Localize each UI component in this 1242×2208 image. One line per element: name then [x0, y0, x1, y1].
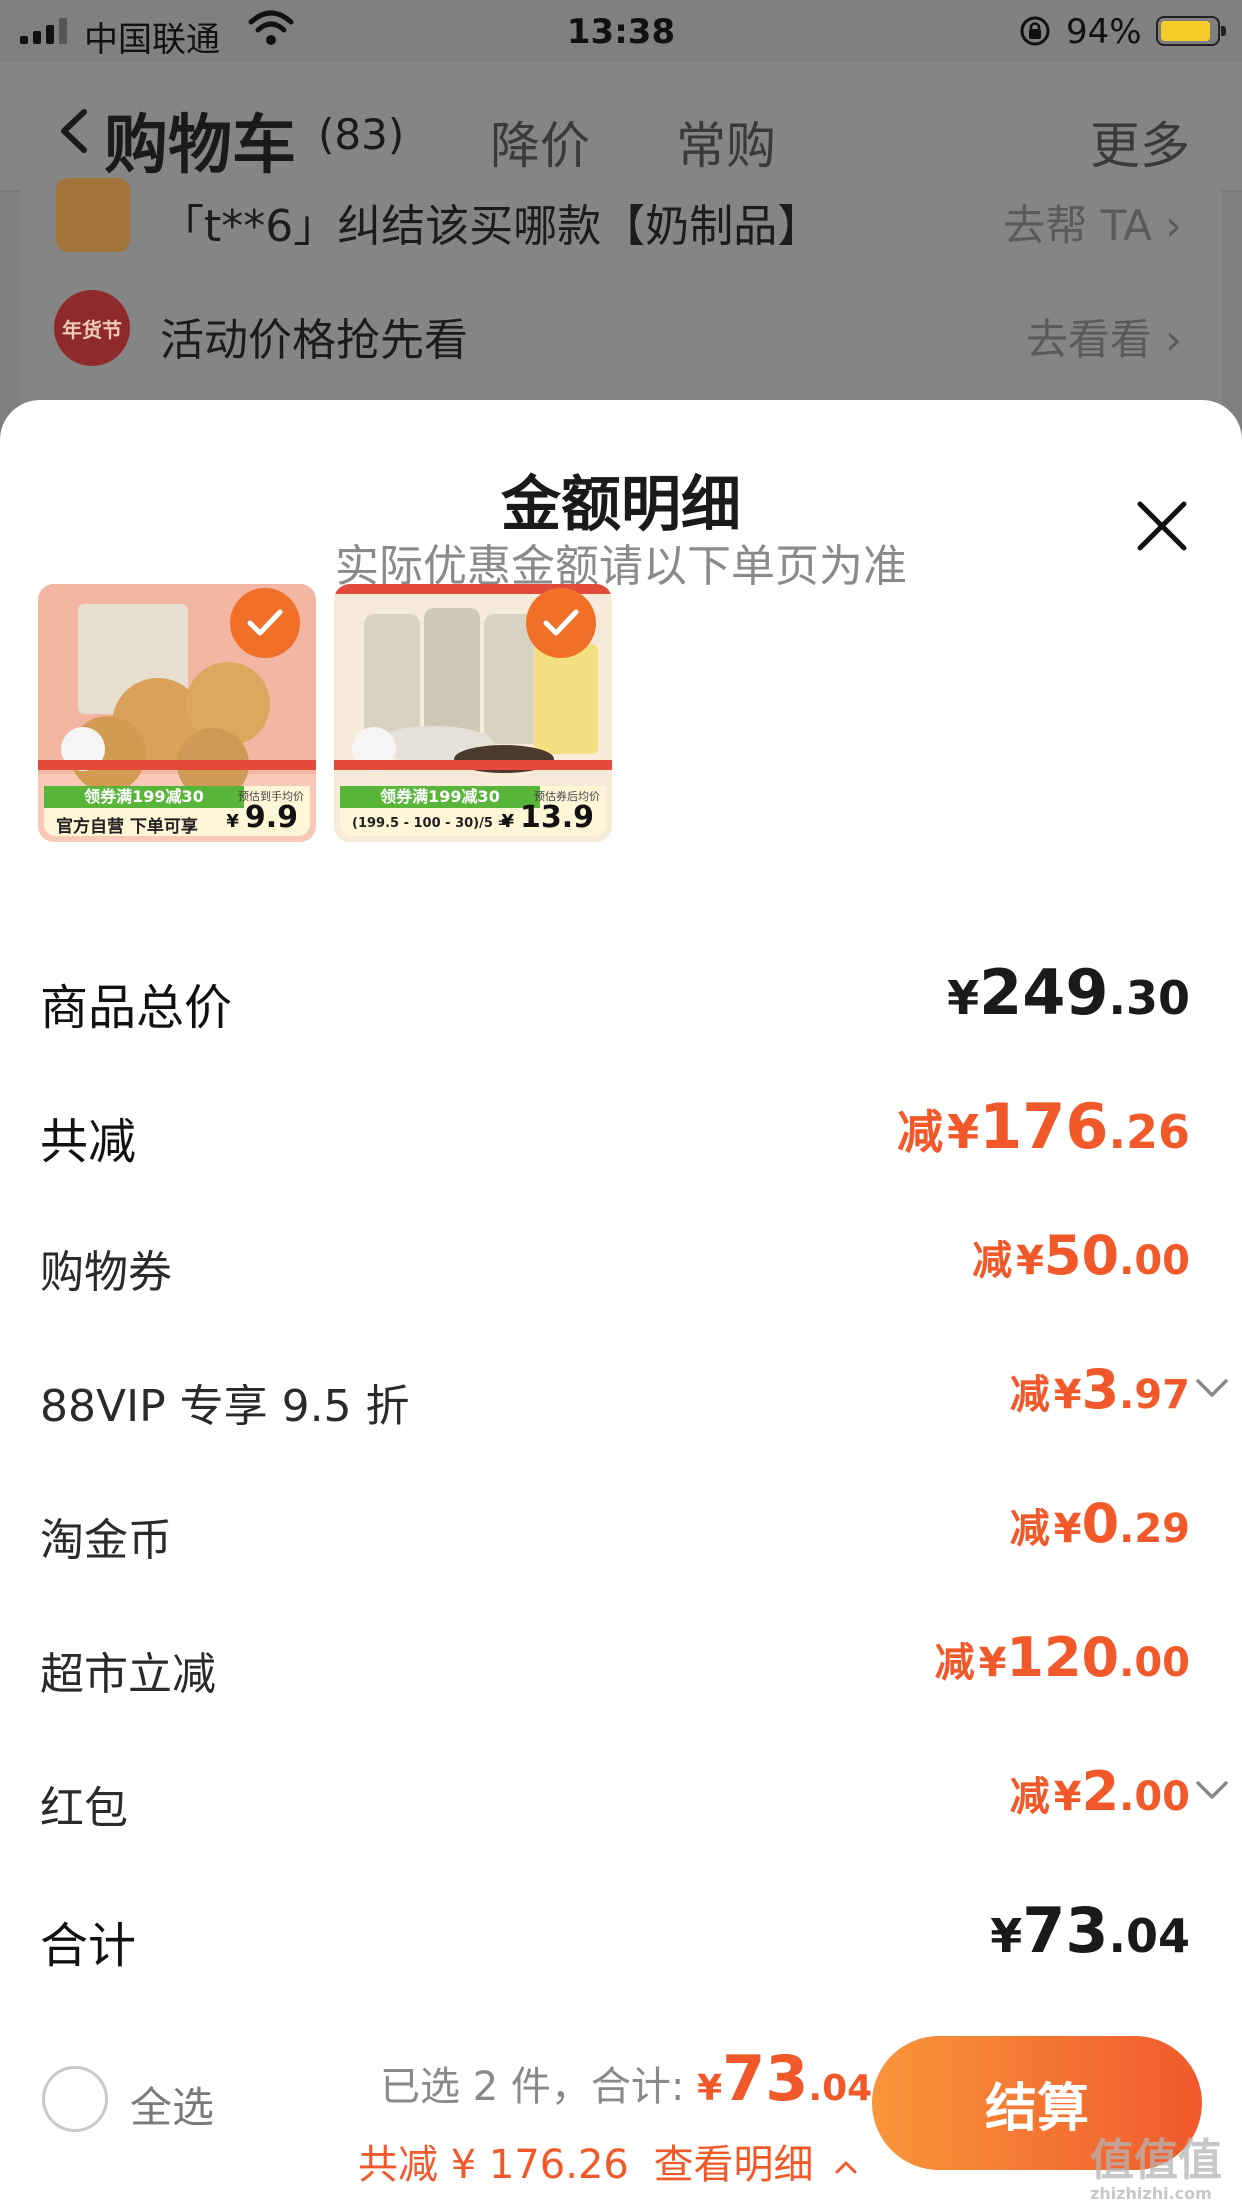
- cart-count: (83): [318, 110, 405, 159]
- row-label: 合计: [40, 1918, 137, 1974]
- chevron-up-icon[interactable]: [834, 2159, 858, 2175]
- select-all-label[interactable]: 全选: [130, 2074, 214, 2135]
- clock: 13:38: [566, 12, 676, 52]
- row-supermarket-discount: 超市立减 减 ¥120.00: [40, 1626, 1190, 1706]
- promo-tag: 领券满199减30 (199.5 - 100 - 30)/5 = 预估券后均价 …: [340, 786, 606, 836]
- price-detail-sheet: 金额明细 实际优惠金额请以下单页为准 领券满199减30 官方自营 下单可享 预…: [0, 400, 1242, 2208]
- row-value: 减 ¥3.97: [1009, 1358, 1190, 1421]
- promo-tag: 领券满199减30 官方自营 下单可享 预估到手均价 ¥9.9: [44, 786, 310, 837]
- orientation-lock-icon: [1020, 16, 1050, 46]
- product-thumbnail[interactable]: 领券满199减30 官方自营 下单可享 预估到手均价 ¥9.9: [38, 584, 316, 842]
- row-subtotal: 商品总价 ¥249.30: [40, 956, 1190, 1036]
- promo-band: 领券满199减30: [44, 786, 244, 808]
- row-label: 淘金币: [40, 1515, 172, 1566]
- battery-icon: [1156, 16, 1226, 46]
- festival-badge: 年货节: [54, 290, 130, 366]
- row-value: ¥249.30: [947, 956, 1190, 1029]
- estimated-price: ¥13.9: [501, 800, 594, 835]
- summary-text: 已选 2 件，合计:: [380, 2064, 685, 2110]
- checkout-bar: 全选 已选 2 件，合计: ¥73.04 共减 ¥ 176.26 查看明细 结算: [0, 2020, 1242, 2208]
- bg-row-text: 活动价格抢先看: [160, 315, 468, 366]
- row-value: 减 ¥0.29: [1009, 1492, 1190, 1555]
- bg-row-preview: 年货节 活动价格抢先看 去看看 ›: [20, 190, 1222, 366]
- watermark: 值值值 zhizhizhi.com: [1090, 2135, 1222, 2203]
- row-value: 减 ¥2.00: [1009, 1760, 1190, 1823]
- product-thumbnail[interactable]: 领券满199减30 (199.5 - 100 - 30)/5 = 预估券后均价 …: [334, 584, 612, 842]
- row-value: ¥73.04: [990, 1894, 1190, 1967]
- saving-summary[interactable]: 共减 ¥ 176.26 查看明细: [358, 2132, 858, 2190]
- row-total-discount: 共减 减 ¥176.26: [40, 1090, 1190, 1170]
- row-label: 购物券: [40, 1247, 172, 1298]
- promo-sub: 官方自营 下单可享: [56, 817, 198, 837]
- select-all-radio[interactable]: [42, 2066, 108, 2132]
- row-label: 红包: [40, 1783, 128, 1834]
- row-label: 88VIP 专享 9.5 折: [40, 1381, 410, 1432]
- saving-text: 共减 ¥ 176.26: [358, 2142, 629, 2188]
- chevron-down-icon[interactable]: [1194, 1376, 1230, 1400]
- row-red-packet[interactable]: 红包 减 ¥2.00: [40, 1760, 1228, 1840]
- selection-summary: 已选 2 件，合计: ¥73.04: [380, 2042, 872, 2115]
- battery-percent: 94%: [1066, 12, 1142, 52]
- row-value: 减 ¥120.00: [934, 1626, 1190, 1689]
- row-grand-total: 合计 ¥73.04: [40, 1894, 1190, 1974]
- row-value: 减 ¥50.00: [972, 1224, 1190, 1287]
- footer-total: ¥73.04: [697, 2042, 873, 2115]
- cart-page: 中国联通 13:38 94% 购物车 (83) 降价 常购 更多 「t**6」纠…: [0, 0, 1242, 2208]
- row-value: 减 ¥176.26: [897, 1090, 1190, 1163]
- background-card: 「t**6」纠结该买哪款【奶制品】 去帮 TA › 年货节 活动价格抢先看 去看…: [20, 178, 1222, 420]
- row-label: 共减: [40, 1114, 137, 1170]
- row-shopping-coupon: 购物券 减 ¥50.00: [40, 1224, 1190, 1304]
- selected-check-icon[interactable]: [230, 588, 300, 658]
- close-icon[interactable]: [1134, 498, 1190, 554]
- estimated-price: ¥9.9: [226, 800, 298, 835]
- row-88vip-discount[interactable]: 88VIP 专享 9.5 折 减 ¥3.97: [40, 1358, 1228, 1438]
- row-label: 商品总价: [40, 980, 233, 1036]
- row-taojinbi: 淘金币 减 ¥0.29: [40, 1492, 1190, 1572]
- promo-sub: (199.5 - 100 - 30)/5 =: [352, 816, 509, 831]
- view-detail-link[interactable]: 查看明细: [654, 2142, 814, 2188]
- selected-check-icon[interactable]: [526, 588, 596, 658]
- bg-row-link: 去看看 ›: [1025, 315, 1182, 364]
- row-label: 超市立减: [40, 1649, 216, 1700]
- status-bar: 中国联通 13:38 94%: [0, 0, 1242, 62]
- chevron-left-icon[interactable]: [56, 106, 92, 156]
- chevron-down-icon[interactable]: [1194, 1778, 1230, 1802]
